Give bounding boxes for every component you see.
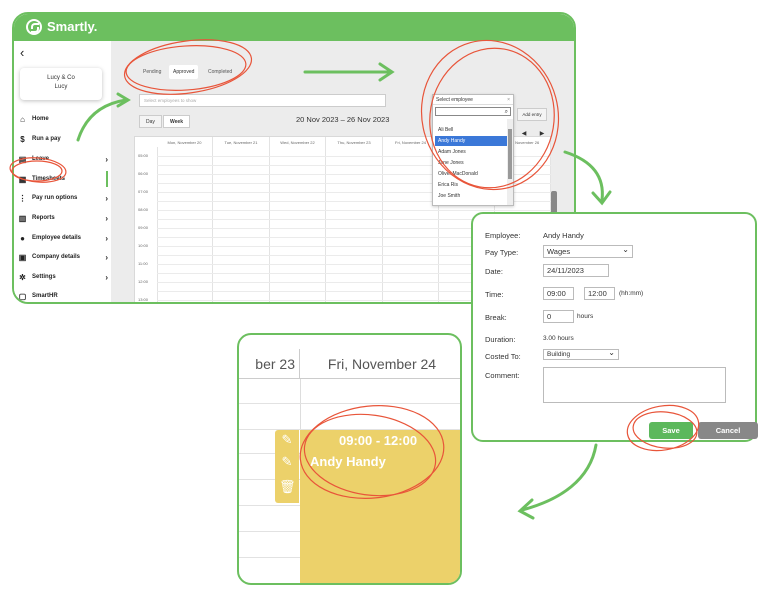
arrow-dropdown-to-dialog bbox=[563, 150, 604, 202]
red-circles bbox=[9, 39, 700, 499]
annotation-layer bbox=[9, 39, 700, 520]
green-arrows bbox=[76, 62, 612, 520]
circle-timesheets bbox=[9, 157, 67, 183]
circle-tabs bbox=[123, 39, 253, 95]
